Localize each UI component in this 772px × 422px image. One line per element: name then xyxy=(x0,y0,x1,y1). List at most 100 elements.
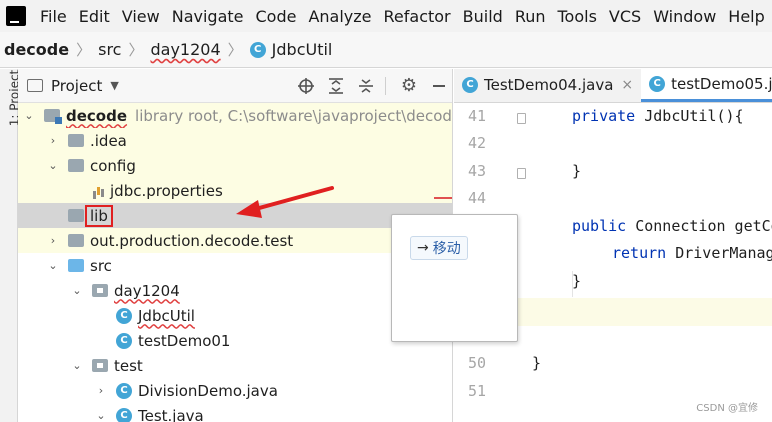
menu-view[interactable]: View xyxy=(116,7,166,26)
chevron-down-icon[interactable]: ⌄ xyxy=(70,284,84,297)
chevron-down-icon[interactable]: ⌄ xyxy=(46,159,60,172)
move-button-label: 移动 xyxy=(432,241,461,257)
package-icon xyxy=(92,284,108,297)
tree-row-test[interactable]: ⌄ test xyxy=(18,353,452,378)
menu-vcs[interactable]: VCS xyxy=(603,7,647,26)
drag-move-popup: → 移动 xyxy=(391,214,518,342)
folder-icon xyxy=(68,234,84,247)
tab-testdemo04[interactable]: C TestDemo04.java × xyxy=(454,69,641,102)
project-panel-toolbar: ⚙ xyxy=(289,73,452,99)
tree-label-test: test xyxy=(114,356,143,375)
fold-marker-icon[interactable] xyxy=(517,168,526,179)
menu-window[interactable]: Window xyxy=(647,7,722,26)
folder-icon xyxy=(68,159,84,172)
menu-navigate[interactable]: Navigate xyxy=(166,7,250,26)
tab-testdemo05-label: testDemo05.java xyxy=(671,74,772,93)
chevron-right-icon: 〉 xyxy=(128,41,144,59)
expand-all-icon[interactable] xyxy=(323,73,349,99)
chevron-right-icon: 〉 xyxy=(76,41,92,59)
drop-indicator xyxy=(434,197,452,199)
class-icon: C xyxy=(116,382,132,399)
chevron-right-icon[interactable]: › xyxy=(94,384,108,397)
arrow-right-icon: → xyxy=(417,240,429,256)
tree-label-day1204: day1204 xyxy=(114,281,180,300)
class-icon: C xyxy=(116,407,132,422)
tree-label-src: src xyxy=(90,256,112,275)
tree-label-divisiondemo: DivisionDemo.java xyxy=(138,381,278,400)
tree-row-lib[interactable]: lib xyxy=(18,203,452,228)
tree-row-idea[interactable]: › .idea xyxy=(18,128,452,153)
menu-run[interactable]: Run xyxy=(509,7,552,26)
code-line: private JdbcUtil(){ xyxy=(572,107,744,125)
menu-edit[interactable]: Edit xyxy=(73,7,116,26)
breadcrumb-project[interactable]: decode xyxy=(4,40,69,59)
code-line: } xyxy=(572,272,582,290)
tree-label-jdbcutil: JdbcUtil xyxy=(138,306,195,325)
tree-row-test-java[interactable]: ⌄ C Test.java xyxy=(18,403,452,422)
caret-down-icon[interactable]: ▼ xyxy=(110,79,118,92)
tree-label-idea: .idea xyxy=(90,131,127,150)
project-view-selector[interactable]: Project xyxy=(51,77,102,95)
tree-row-jdbcutil[interactable]: C JdbcUtil xyxy=(18,303,452,328)
chevron-right-icon[interactable]: › xyxy=(46,234,60,247)
intellij-logo-icon xyxy=(3,3,26,26)
chevron-down-icon[interactable]: ⌄ xyxy=(22,109,36,122)
tab-testdemo04-label: TestDemo04.java xyxy=(484,76,614,94)
menu-tools[interactable]: Tools xyxy=(552,7,603,26)
tree-row-testdemo01[interactable]: C testDemo01 xyxy=(18,328,452,353)
left-tool-strip: 1: Project xyxy=(0,69,21,422)
code-line: public Connection getConnection xyxy=(572,217,772,235)
folder-icon xyxy=(68,134,84,147)
tree-row-src[interactable]: ⌄ src xyxy=(18,253,452,278)
tree-label-lib: lib xyxy=(85,204,113,227)
chevron-down-icon[interactable]: ⌄ xyxy=(46,259,60,272)
code-area[interactable]: private JdbcUtil(){ } public Connection … xyxy=(498,103,772,422)
tree-label-decode-path: library root, C:\software\javaproject\de… xyxy=(135,106,453,125)
tree-row-out-production[interactable]: › out.production.decode.test xyxy=(18,228,452,253)
chevron-down-icon[interactable]: ⌄ xyxy=(70,359,84,372)
project-tree: ⌄ decode library root, C:\software\javap… xyxy=(18,103,452,422)
line-number: 43 xyxy=(467,162,486,180)
code-line: } xyxy=(532,354,542,372)
module-folder-icon xyxy=(44,109,62,124)
breadcrumb-src[interactable]: src xyxy=(98,40,121,59)
tree-label-test-java: Test.java xyxy=(138,406,204,422)
tree-label-jdbc-properties: jdbc.properties xyxy=(110,181,223,200)
fold-marker-icon[interactable] xyxy=(517,113,526,124)
tree-row-divisiondemo[interactable]: › C DivisionDemo.java xyxy=(18,378,452,403)
menu-code[interactable]: Code xyxy=(250,7,303,26)
tab-testdemo05[interactable]: C testDemo05.java xyxy=(641,69,772,102)
current-line-highlight xyxy=(498,298,772,326)
tree-row-config[interactable]: ⌄ config xyxy=(18,153,452,178)
menu-file[interactable]: File xyxy=(34,7,73,26)
locate-icon[interactable] xyxy=(293,73,319,99)
package-icon xyxy=(92,359,108,372)
code-line: } xyxy=(572,162,582,180)
tree-row-decode[interactable]: ⌄ decode library root, C:\software\javap… xyxy=(18,103,452,128)
close-icon[interactable]: × xyxy=(621,77,633,93)
breadcrumb-class-label: JdbcUtil xyxy=(271,40,333,59)
gear-icon[interactable]: ⚙ xyxy=(396,73,422,99)
tree-row-jdbc-properties[interactable]: jdbc.properties xyxy=(18,178,452,203)
move-button[interactable]: → 移动 xyxy=(410,236,468,260)
chevron-down-icon[interactable]: ⌄ xyxy=(94,409,108,422)
properties-file-icon xyxy=(92,183,106,199)
toolbar-divider xyxy=(385,76,386,95)
tree-row-day1204[interactable]: ⌄ day1204 xyxy=(18,278,452,303)
line-number: 50 xyxy=(467,354,486,372)
tree-label-decode: decode xyxy=(66,106,128,125)
menu-build[interactable]: Build xyxy=(457,7,509,26)
project-panel: Project ▼ ⚙ ⌄ decode library root, C:\so… xyxy=(18,69,453,422)
line-number: 51 xyxy=(467,382,486,400)
menu-analyze[interactable]: Analyze xyxy=(302,7,377,26)
code-line: return DriverManager xyxy=(612,244,772,262)
menu-help[interactable]: Help xyxy=(722,7,770,26)
menu-refactor[interactable]: Refactor xyxy=(378,7,457,26)
folder-icon xyxy=(68,209,84,222)
breadcrumb-class[interactable]: C JdbcUtil xyxy=(249,40,333,59)
collapse-all-icon[interactable] xyxy=(353,73,379,99)
breadcrumb-package[interactable]: day1204 xyxy=(150,40,220,59)
minimize-icon[interactable] xyxy=(426,73,452,99)
class-icon: C xyxy=(116,307,132,324)
chevron-right-icon[interactable]: › xyxy=(46,134,60,147)
